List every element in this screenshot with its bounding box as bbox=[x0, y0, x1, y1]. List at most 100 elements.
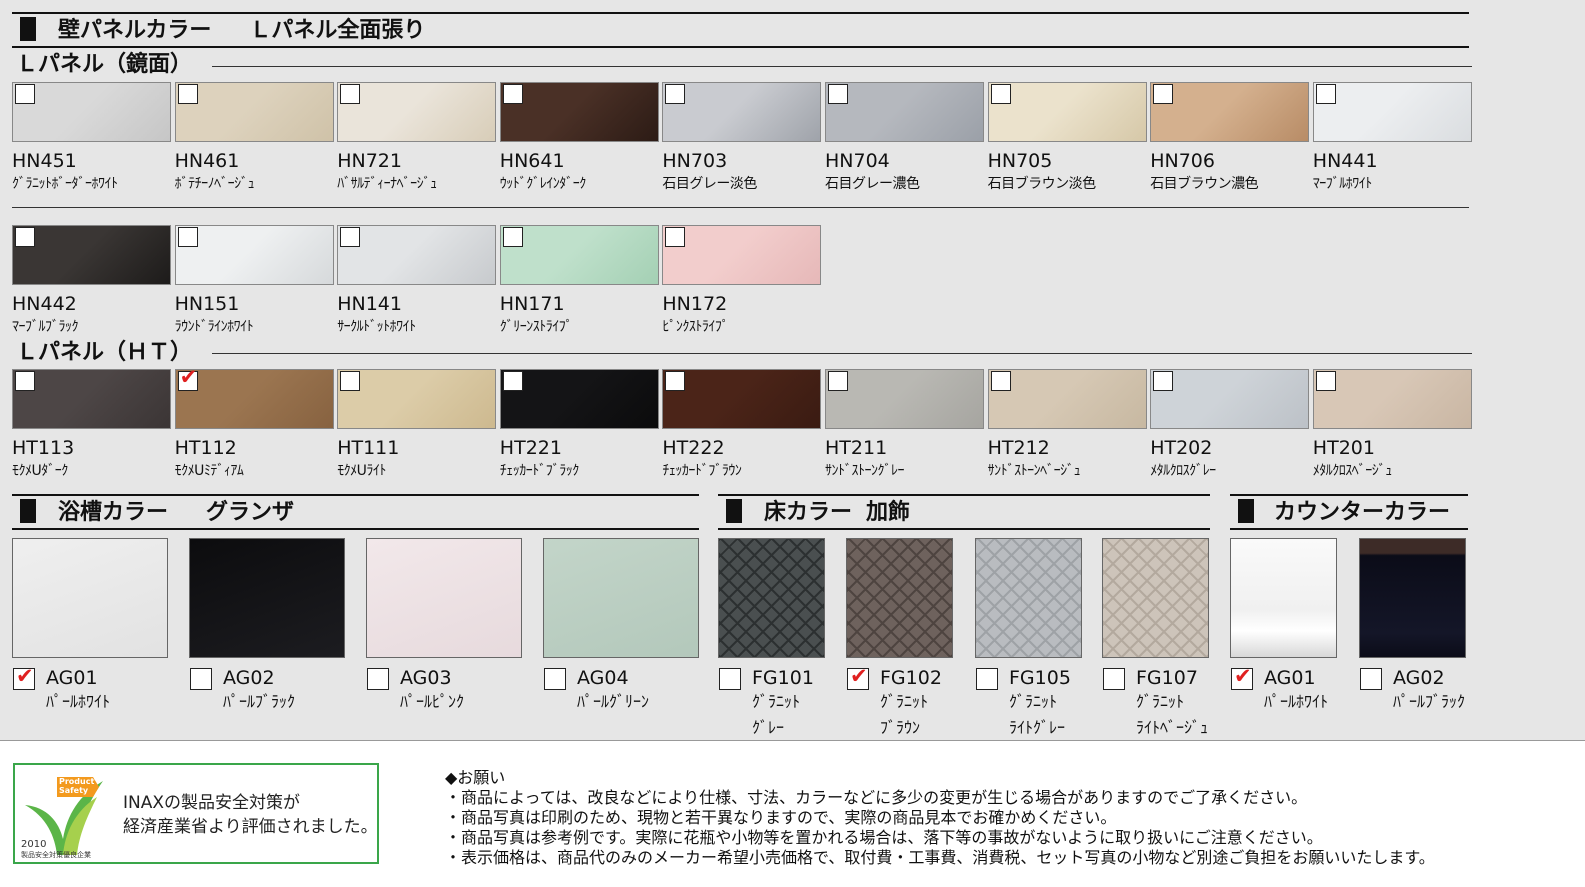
color-code: HT201 bbox=[1312, 437, 1375, 459]
checkbox[interactable]: ✔ bbox=[847, 665, 869, 690]
ht-section-title: Ｌパネル（ＨＴ） bbox=[16, 340, 193, 365]
checkbox[interactable] bbox=[665, 84, 686, 104]
checkbox[interactable] bbox=[502, 371, 523, 391]
color-swatch[interactable] bbox=[1359, 538, 1466, 658]
color-name: ｻﾝﾄﾞｽﾄｰﾝｸﾞﾚｰ bbox=[825, 463, 905, 479]
color-swatch[interactable] bbox=[12, 369, 171, 429]
color-swatch[interactable] bbox=[337, 82, 497, 142]
notice-block: ◆お願い ・商品によっては、改良などにより仕様、寸法、カラーなどに多少の変更が生… bbox=[445, 768, 1435, 868]
color-name: ｸﾞﾗﾆｯﾄ bbox=[1009, 692, 1058, 711]
checkbox[interactable] bbox=[1360, 668, 1382, 690]
color-name: ﾓｸﾒUﾐﾃﾞｨｱﾑ bbox=[174, 463, 244, 479]
checkbox[interactable] bbox=[15, 371, 35, 391]
color-swatch[interactable] bbox=[366, 538, 522, 658]
color-swatch[interactable] bbox=[662, 369, 822, 429]
checkbox[interactable] bbox=[1103, 668, 1125, 690]
color-swatch[interactable] bbox=[1150, 82, 1310, 142]
checkbox[interactable] bbox=[990, 371, 1011, 391]
color-code: AG03 bbox=[400, 667, 452, 689]
color-code: FG102 bbox=[880, 667, 942, 689]
color-code: HN171 bbox=[499, 293, 565, 315]
color-swatch[interactable] bbox=[337, 369, 497, 429]
color-name: ﾏｰﾌﾞﾙﾎﾜｲﾄ bbox=[1312, 176, 1373, 192]
checkbox[interactable] bbox=[340, 227, 361, 247]
safety-award-badge: Product Safety 2010 製品安全対策優良企業 INAXの製品安全対… bbox=[13, 763, 379, 864]
color-swatch[interactable] bbox=[718, 538, 825, 658]
checkbox[interactable]: ✔ bbox=[13, 665, 35, 690]
color-name: ﾊﾟｰﾙﾋﾟﾝｸ bbox=[400, 692, 465, 711]
checkbox[interactable] bbox=[665, 371, 686, 391]
color-swatch[interactable] bbox=[987, 82, 1147, 142]
color-swatch[interactable] bbox=[987, 369, 1147, 429]
checkbox[interactable] bbox=[15, 227, 35, 247]
color-code: HT211 bbox=[825, 437, 888, 459]
color-swatch[interactable] bbox=[174, 225, 334, 285]
color-swatch[interactable] bbox=[12, 82, 171, 142]
checkbox[interactable] bbox=[367, 668, 389, 690]
checkbox[interactable] bbox=[340, 371, 361, 391]
divider bbox=[1230, 528, 1468, 530]
color-code: HN641 bbox=[499, 150, 565, 172]
badge-text: INAXの製品安全対策が 経済産業省より評価されました。 bbox=[123, 793, 378, 837]
color-swatch[interactable] bbox=[189, 538, 345, 658]
color-swatch[interactable] bbox=[12, 538, 168, 658]
color-name: ﾁｪｯｶｰﾄﾞﾌﾞﾗｳﾝ bbox=[662, 463, 742, 479]
color-swatch[interactable] bbox=[662, 82, 822, 142]
checkbox[interactable] bbox=[828, 84, 848, 104]
checkbox[interactable] bbox=[177, 227, 198, 247]
color-name: ﾗｲﾄﾍﾞｰｼﾞｭ bbox=[1136, 718, 1209, 737]
color-code: AG01 bbox=[46, 667, 98, 689]
checkbox[interactable] bbox=[340, 84, 361, 104]
color-name: ｸﾞﾚｰ bbox=[752, 718, 785, 737]
color-swatch[interactable] bbox=[662, 225, 822, 285]
color-swatch[interactable] bbox=[846, 538, 953, 658]
color-swatch[interactable] bbox=[499, 225, 659, 285]
checkbox[interactable] bbox=[719, 668, 741, 690]
color-swatch[interactable] bbox=[174, 82, 334, 142]
color-code: FG105 bbox=[1009, 667, 1071, 689]
color-code: HN461 bbox=[174, 150, 240, 172]
checkbox[interactable] bbox=[665, 227, 686, 247]
checkbox[interactable] bbox=[190, 668, 212, 690]
color-code: HN441 bbox=[1312, 150, 1378, 172]
divider bbox=[12, 12, 1469, 14]
color-name: ﾒﾀﾙｸﾛｽｸﾞﾚｰ bbox=[1150, 463, 1216, 479]
color-swatch[interactable] bbox=[1230, 538, 1337, 658]
checkbox[interactable] bbox=[1153, 371, 1174, 391]
bath-header-sub: グランザ bbox=[206, 500, 295, 525]
color-swatch[interactable] bbox=[975, 538, 1082, 658]
color-swatch[interactable] bbox=[12, 225, 171, 285]
color-swatch[interactable] bbox=[1102, 538, 1209, 658]
checkbox[interactable]: ✔ bbox=[1231, 665, 1253, 690]
color-swatch[interactable] bbox=[1312, 369, 1472, 429]
color-code: HT221 bbox=[499, 437, 562, 459]
color-code: FG101 bbox=[752, 667, 814, 689]
color-name: ﾏｰﾌﾞﾙﾌﾞﾗｯｸ bbox=[12, 319, 79, 335]
checkbox[interactable]: ✔ bbox=[177, 366, 198, 391]
checkbox[interactable] bbox=[1315, 84, 1336, 104]
color-swatch[interactable] bbox=[825, 369, 984, 429]
checkbox[interactable] bbox=[976, 668, 998, 690]
checkbox[interactable] bbox=[1153, 84, 1174, 104]
mirror-section-title: Ｌパネル（鏡面） bbox=[16, 52, 193, 77]
color-swatch[interactable] bbox=[1150, 369, 1310, 429]
color-code: HT202 bbox=[1150, 437, 1213, 459]
color-swatch[interactable] bbox=[499, 82, 659, 142]
checkbox[interactable] bbox=[828, 371, 848, 391]
color-swatch[interactable] bbox=[174, 369, 334, 429]
color-swatch[interactable] bbox=[337, 225, 497, 285]
checkbox[interactable] bbox=[1315, 371, 1336, 391]
checkbox[interactable] bbox=[502, 227, 523, 247]
floor-header: 床カラー 加飾 bbox=[726, 498, 910, 528]
color-swatch[interactable] bbox=[1312, 82, 1472, 142]
checkbox[interactable] bbox=[15, 84, 35, 104]
color-name: ﾊﾟｰﾙﾎﾜｲﾄ bbox=[1264, 692, 1329, 711]
color-swatch[interactable] bbox=[543, 538, 699, 658]
checkbox[interactable] bbox=[544, 668, 566, 690]
color-swatch[interactable] bbox=[825, 82, 984, 142]
divider bbox=[0, 740, 1585, 741]
checkbox[interactable] bbox=[177, 84, 198, 104]
checkbox[interactable] bbox=[990, 84, 1011, 104]
color-swatch[interactable] bbox=[499, 369, 659, 429]
checkbox[interactable] bbox=[502, 84, 523, 104]
